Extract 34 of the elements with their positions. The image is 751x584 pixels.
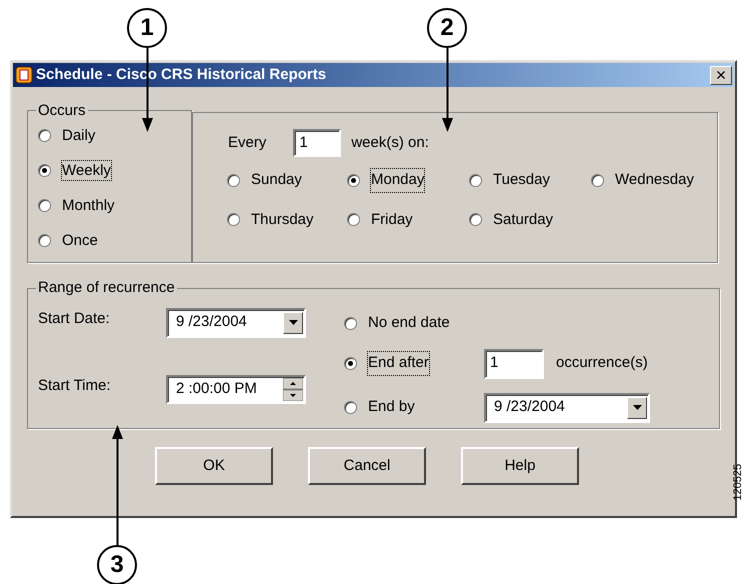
occurrence-field[interactable]: 1 [484, 348, 544, 378]
radio-label[interactable]: Once [62, 231, 98, 250]
end-date-dropdown[interactable]: 9 /23/2004 [484, 392, 650, 422]
weeks-field[interactable]: 1 [293, 129, 342, 157]
radio-label[interactable]: Wednesday [615, 169, 694, 192]
every-label: Every [228, 132, 266, 153]
radio-label[interactable]: Daily [62, 126, 96, 145]
dialog-button[interactable]: OK [155, 447, 273, 485]
radio-label[interactable]: End after [368, 352, 429, 375]
radio-label[interactable]: End by [368, 396, 415, 419]
radio-label[interactable]: Sunday [251, 169, 302, 192]
callout-number: 3 [97, 545, 137, 584]
dialog-button[interactable]: Cancel [308, 447, 426, 485]
radio-label[interactable]: Friday [371, 208, 413, 231]
start-date-dropdown[interactable]: 9 /23/2004 [166, 308, 306, 338]
figure-id: 120525 [730, 464, 745, 501]
callout-number: 1 [127, 8, 167, 48]
radio-label[interactable]: Monday [371, 169, 424, 192]
radio-label[interactable]: No end date [368, 312, 450, 335]
close-button[interactable]: × [710, 66, 732, 84]
occurrence-label: occurrence(s) [556, 353, 648, 374]
start-time-spinner[interactable]: 2 :00:00 PM [166, 374, 306, 404]
callout-number: 2 [427, 8, 467, 48]
radio-label[interactable]: Saturday [493, 208, 554, 231]
start-date-label: Start Date: [38, 308, 111, 328]
dialog-button[interactable]: Help [461, 447, 579, 485]
radio-label[interactable]: Tuesday [493, 169, 550, 192]
group-label: Range of recurrence [37, 278, 176, 298]
radio-label[interactable]: Thursday [251, 208, 314, 231]
start-time-label: Start Time: [38, 376, 112, 396]
radio-label[interactable]: Weekly [62, 161, 111, 180]
weeks-label: week(s) on: [351, 132, 429, 153]
group-label: Occurs [37, 101, 87, 120]
radio-label[interactable]: Monthly [62, 196, 115, 215]
